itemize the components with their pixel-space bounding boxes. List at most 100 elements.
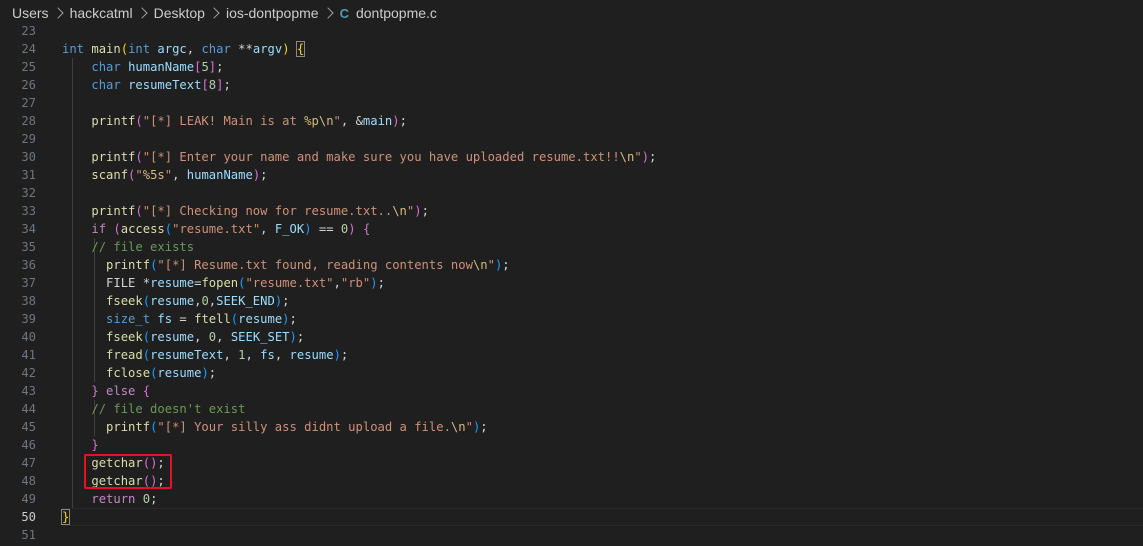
code-line[interactable]: 47 getchar();	[0, 454, 1143, 472]
code-token: 0	[142, 492, 151, 506]
code-text: getchar();	[62, 472, 165, 490]
code-line[interactable]: 51	[0, 526, 1143, 544]
code-line[interactable]: 33 printf("[*] Checking now for resume.t…	[0, 202, 1143, 220]
code-token: }	[91, 438, 99, 452]
chevron-right-icon	[321, 7, 334, 19]
code-token: printf	[91, 150, 136, 164]
code-line[interactable]: 24 int main(int argc, char **argv) {	[0, 40, 1143, 58]
code-line[interactable]: 29	[0, 130, 1143, 148]
code-token: ;	[289, 312, 297, 326]
code-text: scanf("%5s", humanName);	[62, 166, 267, 184]
code-token: "	[164, 168, 173, 182]
code-line[interactable]: 45 printf("[*] Your silly ass didnt uplo…	[0, 418, 1143, 436]
code-token: {	[362, 222, 371, 236]
code-line[interactable]: 39 size_t fs = ftell(resume);	[0, 310, 1143, 328]
line-number: 40	[21, 330, 36, 344]
indent-guide	[72, 184, 73, 202]
code-line[interactable]: 44 // file doesn't exist	[0, 400, 1143, 418]
code-line[interactable]: 34 if (access("resume.txt", F_OK) == 0) …	[0, 220, 1143, 238]
breadcrumb-item-ios-dontpopme[interactable]: ios-dontpopme	[226, 5, 319, 21]
code-token: "rb"	[340, 276, 371, 290]
code-text: fread(resumeText, 1, fs, resume);	[62, 346, 348, 364]
code-token: main	[91, 42, 121, 56]
code-line[interactable]: 30 printf("[*] Enter your name and make …	[0, 148, 1143, 166]
line-number: 44	[21, 402, 36, 416]
code-line[interactable]: 31 scanf("%5s", humanName);	[0, 166, 1143, 184]
code-line[interactable]: 27	[0, 94, 1143, 112]
line-number: 46	[21, 438, 36, 452]
code-line[interactable]: 50}	[0, 508, 1143, 526]
code-line[interactable]: 37 FILE *resume=fopen("resume.txt","rb")…	[0, 274, 1143, 292]
code-line[interactable]: 23	[0, 22, 1143, 40]
code-line[interactable]: 25 char humanName[5];	[0, 58, 1143, 76]
code-line[interactable]: 36 printf("[*] Resume.txt found, reading…	[0, 256, 1143, 274]
code-token: ,	[245, 348, 261, 362]
code-token: getchar	[91, 474, 143, 488]
code-line[interactable]: 32	[0, 184, 1143, 202]
code-token: char	[91, 78, 121, 92]
code-token: }	[91, 384, 99, 398]
code-token: ;	[282, 294, 290, 308]
code-token: )	[282, 312, 290, 326]
code-line[interactable]: 42 fclose(resume);	[0, 364, 1143, 382]
code-token: 5	[201, 60, 209, 74]
code-token: ,	[223, 348, 239, 362]
line-number: 47	[21, 456, 36, 470]
code-line[interactable]: 49 return 0;	[0, 490, 1143, 508]
breadcrumb-item-file[interactable]: dontpopme.c	[356, 5, 437, 21]
code-token: \n	[450, 420, 466, 434]
breadcrumb-item-desktop[interactable]: Desktop	[154, 5, 205, 21]
code-token: ;	[480, 420, 488, 434]
code-token: , &	[340, 114, 363, 128]
code-token: humanName	[186, 168, 253, 182]
line-number: 35	[21, 240, 36, 254]
code-text: }	[60, 508, 71, 526]
code-line[interactable]: 38 fseek(resume,0,SEEK_END);	[0, 292, 1143, 310]
breadcrumb-item-hackcatml[interactable]: hackcatml	[70, 5, 133, 21]
code-token: fseek	[106, 294, 143, 308]
code-line[interactable]: 35 // file exists	[0, 238, 1143, 256]
code-text: return 0;	[62, 490, 157, 508]
code-line[interactable]: 48 getchar();	[0, 472, 1143, 490]
line-number: 51	[21, 528, 36, 542]
code-text: FILE *resume=fopen("resume.txt","rb");	[62, 274, 385, 292]
line-number: 33	[21, 204, 36, 218]
code-text: printf("[*] LEAK! Main is at %p\n", &mai…	[62, 112, 407, 130]
code-token: )	[414, 204, 422, 218]
code-text: getchar();	[62, 454, 165, 472]
code-token: ;	[340, 348, 349, 362]
code-token: ,	[333, 276, 341, 290]
code-token: fs	[157, 312, 173, 326]
code-token: access	[120, 222, 165, 236]
code-token: )	[282, 42, 290, 56]
code-token: "	[465, 420, 473, 434]
code-editor[interactable]: 23 24 int main(int argc, char **argv) {25 …	[0, 22, 1143, 544]
code-token: ;	[157, 456, 165, 470]
code-line[interactable]: 41 fread(resumeText, 1, fs, resume);	[0, 346, 1143, 364]
line-number: 25	[21, 60, 36, 74]
breadcrumb-item-users[interactable]: Users	[12, 5, 49, 21]
code-line[interactable]: 43 } else {	[0, 382, 1143, 400]
code-line[interactable]: 40 fseek(resume, 0, SEEK_SET);	[0, 328, 1143, 346]
code-token: int	[62, 42, 85, 56]
code-token: ;	[399, 114, 407, 128]
code-line[interactable]: 28 printf("[*] LEAK! Main is at %p\n", &…	[0, 112, 1143, 130]
code-line[interactable]: 26 char resumeText[8];	[0, 76, 1143, 94]
code-token: ;	[157, 474, 165, 488]
line-number: 32	[21, 186, 36, 200]
code-token: )	[333, 348, 341, 362]
code-token: fread	[106, 348, 143, 362]
code-line[interactable]: 46 }	[0, 436, 1143, 454]
code-token: printf	[106, 258, 151, 272]
